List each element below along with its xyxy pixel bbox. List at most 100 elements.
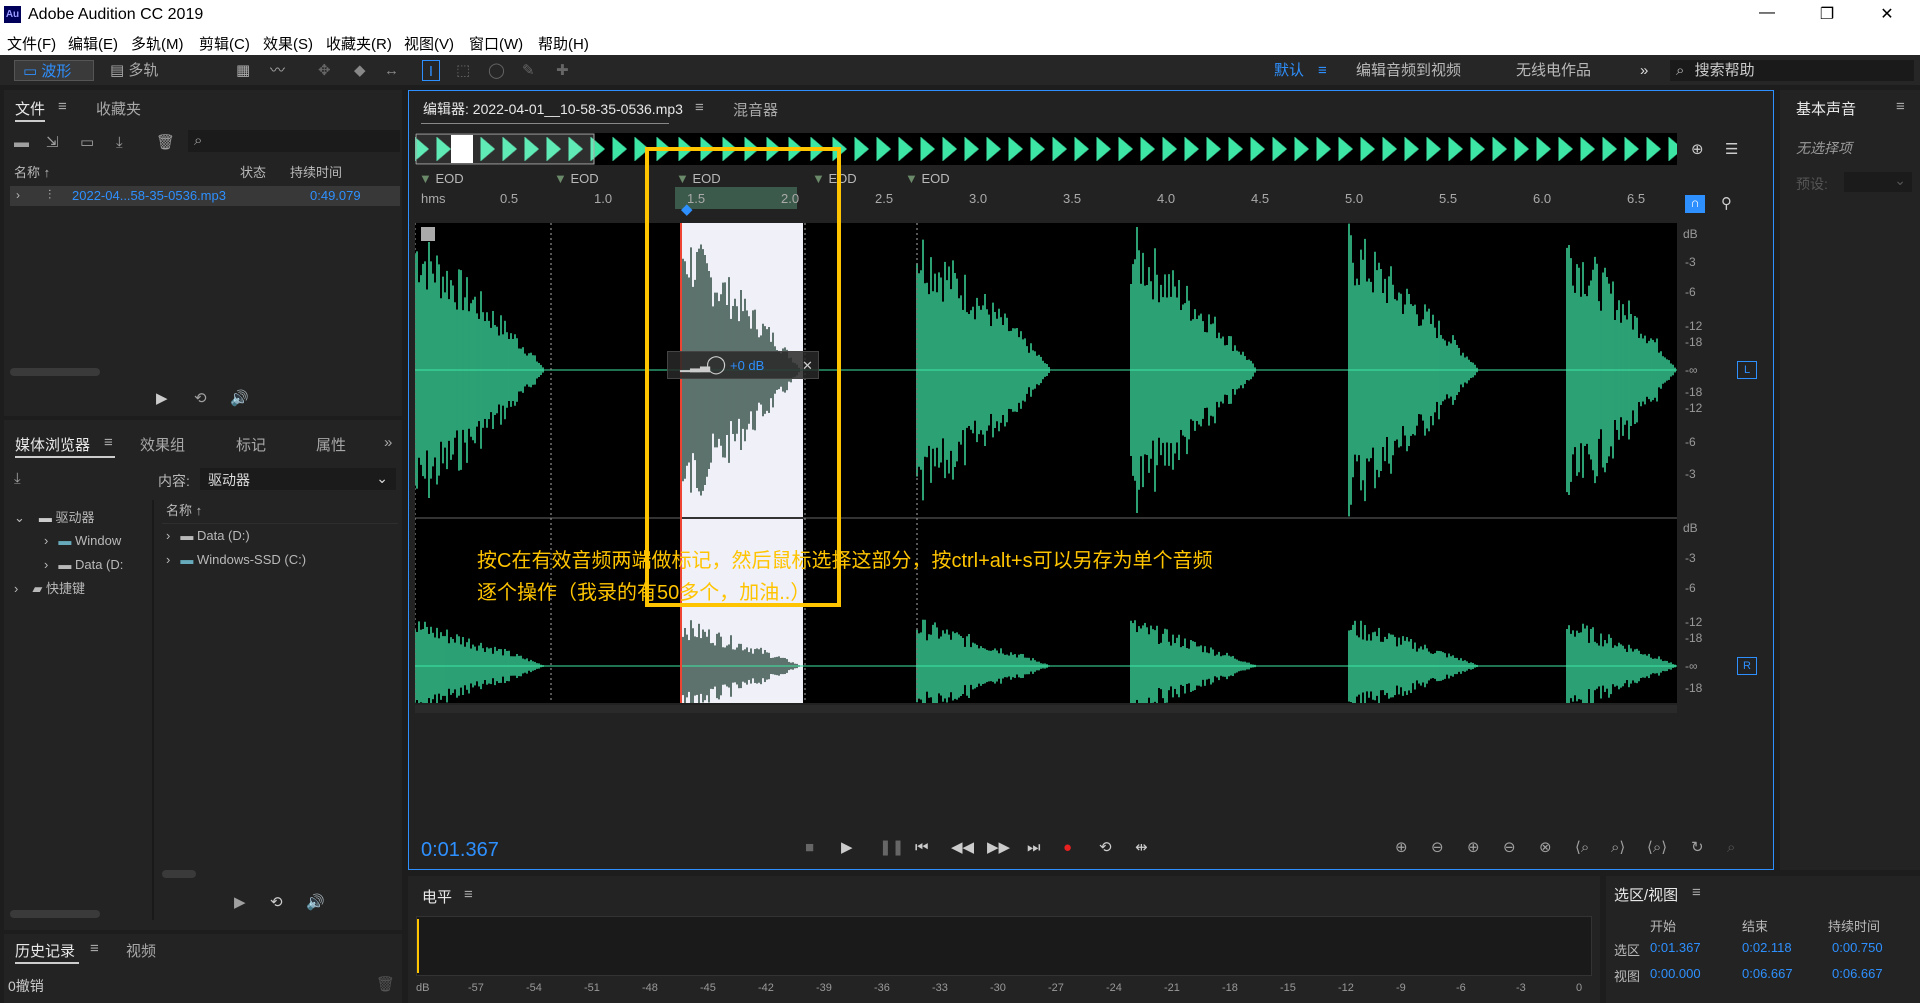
zoom-in-at-start-icon[interactable]: ⟨⌕ — [1575, 839, 1589, 856]
more-workspaces-icon[interactable]: » — [1640, 60, 1648, 81]
column-duration[interactable]: 持续时间 — [290, 162, 342, 181]
preset-select[interactable]: ⌄ — [1844, 172, 1912, 192]
close-button[interactable]: ✕ — [1872, 4, 1902, 24]
menu-view[interactable]: 视图(V) — [404, 33, 454, 54]
time-ruler[interactable]: hms 0.5 1.0 1.5 2.0 2.5 3.0 3.5 4.0 4.5 … — [415, 187, 1677, 209]
workspace-radio[interactable]: 无线电作品 — [1516, 60, 1591, 81]
tab-favorites[interactable]: 收藏夹 — [96, 98, 141, 119]
selview-menu-icon[interactable]: ≡ — [1692, 884, 1701, 901]
slip-tool-icon[interactable]: ↔ — [384, 60, 399, 81]
zoom-to-selection-icon[interactable]: ⟨⌕⟩ — [1647, 839, 1667, 856]
zoom-out-amplitude-icon[interactable]: ⊖ — [1431, 839, 1444, 856]
content-select[interactable]: 驱动器 ⌄ — [200, 468, 396, 490]
stop-icon[interactable]: ■ — [805, 839, 814, 856]
maximize-button[interactable]: ❐ — [1812, 4, 1842, 24]
files-panel-menu-icon[interactable]: ≡ — [58, 98, 67, 115]
marquee-tool-icon[interactable]: ⬚ — [456, 60, 470, 81]
play-icon[interactable]: ▶ — [234, 894, 246, 911]
media-scrollbar[interactable] — [162, 870, 196, 878]
horizontal-scrollbar[interactable] — [415, 705, 1677, 713]
menu-file[interactable]: 文件(F) — [7, 33, 56, 54]
overview-bar[interactable] — [414, 133, 1683, 165]
spectral-display-icon[interactable]: ▦ — [236, 60, 250, 81]
zoom-out-time-icon[interactable]: ⊖ — [1503, 839, 1516, 856]
marker-1[interactable]: ▼ EOD — [419, 171, 464, 186]
view-duration[interactable]: 0:06.667 — [1832, 966, 1883, 981]
menu-help[interactable]: 帮助(H) — [538, 33, 589, 54]
razor-tool-icon[interactable]: ◆ — [354, 60, 366, 81]
workspace-edit-video[interactable]: 编辑音频到视频 — [1356, 60, 1461, 81]
tree-scrollbar[interactable] — [10, 910, 100, 918]
tab-editor[interactable]: 编辑器: 2022-04-01__10-58-35-0536.mp3 — [423, 99, 683, 119]
column-name[interactable]: 名称 ↑ — [14, 162, 50, 181]
loop-icon[interactable]: ⟲ — [194, 390, 207, 407]
menu-effects[interactable]: 效果(S) — [263, 33, 313, 54]
zoom-reset-icon[interactable]: ↻ — [1691, 839, 1704, 856]
lasso-tool-icon[interactable]: ◯ — [488, 60, 505, 81]
tab-files[interactable]: 文件 — [15, 98, 45, 119]
pitch-display-icon[interactable]: 〰 — [270, 60, 285, 81]
spot-healing-tool-icon[interactable]: ✚ — [556, 60, 569, 81]
level-menu-icon[interactable]: ≡ — [464, 886, 473, 903]
waveform-display[interactable] — [414, 223, 1677, 713]
current-time[interactable]: 0:01.367 — [421, 839, 499, 862]
zoom-selected-track-icon[interactable]: ⌕ — [1727, 839, 1735, 856]
spectral-toggle-icon[interactable]: ☰ — [1725, 141, 1738, 158]
zoom-in-time-icon[interactable]: ⊕ — [1691, 141, 1704, 158]
fast-forward-icon[interactable]: ▶▶ — [987, 839, 1010, 856]
menu-edit[interactable]: 编辑(E) — [68, 33, 118, 54]
tree-drives[interactable]: ⌄ ▬ 驱动器 — [14, 506, 154, 530]
help-search-input[interactable]: ⌕ 搜索帮助 — [1670, 60, 1914, 81]
autoplay-icon[interactable]: 🔊 — [230, 390, 249, 407]
tab-markers[interactable]: 标记 — [236, 434, 266, 455]
selection-start[interactable]: 0:01.367 — [1650, 940, 1701, 955]
delete-icon[interactable]: 🗑 — [156, 134, 175, 151]
zoom-out-full-icon[interactable]: ⊗ — [1539, 839, 1552, 856]
play-icon[interactable]: ▶ — [156, 390, 168, 407]
file-row[interactable]: › ⫶ 2022-04...58-35-0536.mp3 0:49.079 — [10, 186, 400, 206]
pin-icon[interactable]: ⚲ — [1721, 195, 1732, 212]
editor-menu-icon[interactable]: ≡ — [695, 99, 704, 116]
drive-item-d[interactable]: › ▬ Data (D:) — [166, 528, 250, 543]
play-icon[interactable]: ▶ — [841, 839, 853, 856]
menu-window[interactable]: 窗口(W) — [469, 33, 523, 54]
media-panel-menu-icon[interactable]: ≡ — [104, 434, 113, 451]
column-status[interactable]: 状态 — [240, 162, 266, 181]
expand-arrow-icon[interactable]: › — [16, 188, 20, 202]
tree-data[interactable]: › ▬ Data (D: — [14, 553, 154, 577]
zoom-in-at-end-icon[interactable]: ⌕⟩ — [1611, 839, 1625, 856]
download-icon[interactable]: ⤓ — [14, 470, 21, 487]
tab-history[interactable]: 历史记录 — [15, 940, 75, 961]
channel-right-toggle[interactable]: R — [1737, 657, 1757, 675]
menu-multitrack[interactable]: 多轨(M) — [131, 33, 184, 54]
files-search-input[interactable]: ⌕ — [188, 130, 400, 152]
trash-icon[interactable]: 🗑 — [376, 976, 395, 993]
history-menu-icon[interactable]: ≡ — [90, 940, 99, 957]
rewind-icon[interactable]: ◀◀ — [951, 839, 974, 856]
column-name[interactable]: 名称 ↑ — [166, 500, 202, 519]
loop-playback-icon[interactable]: ⟲ — [1099, 839, 1112, 856]
tab-media-browser[interactable]: 媒体浏览器 — [15, 434, 90, 455]
selection-duration[interactable]: 0:00.750 — [1832, 940, 1883, 955]
go-to-end-icon[interactable]: ⏭ — [1027, 839, 1041, 856]
files-scrollbar[interactable] — [10, 368, 100, 376]
drive-item-c[interactable]: › ▬ Windows-SSD (C:) — [166, 552, 306, 567]
overview-view-range[interactable] — [415, 133, 595, 165]
tab-properties[interactable]: 属性 — [316, 434, 346, 455]
new-file-icon[interactable]: ▭ — [80, 134, 94, 151]
go-to-start-icon[interactable]: ⏮ — [915, 839, 929, 856]
view-start[interactable]: 0:00.000 — [1650, 966, 1701, 981]
tab-effects-rack[interactable]: 效果组 — [140, 434, 185, 455]
zoom-in-amplitude-icon[interactable]: ⊕ — [1395, 839, 1408, 856]
workspace-menu-icon[interactable]: ≡ — [1318, 60, 1327, 81]
import-file-icon[interactable]: ⇲ — [46, 134, 59, 151]
menu-favorites[interactable]: 收藏夹(R) — [326, 33, 392, 54]
tree-windows[interactable]: › ▬ Window — [14, 529, 154, 553]
waveform-mode-button[interactable]: ▭ 波形 — [14, 60, 94, 81]
minimize-button[interactable]: — — [1752, 4, 1782, 22]
tab-video[interactable]: 视频 — [126, 940, 156, 961]
panel-menu-icon[interactable]: ≡ — [1896, 98, 1905, 115]
pause-icon[interactable]: ❚❚ — [879, 839, 904, 856]
view-end[interactable]: 0:06.667 — [1742, 966, 1793, 981]
snap-icon[interactable]: ∩ — [1685, 195, 1705, 213]
